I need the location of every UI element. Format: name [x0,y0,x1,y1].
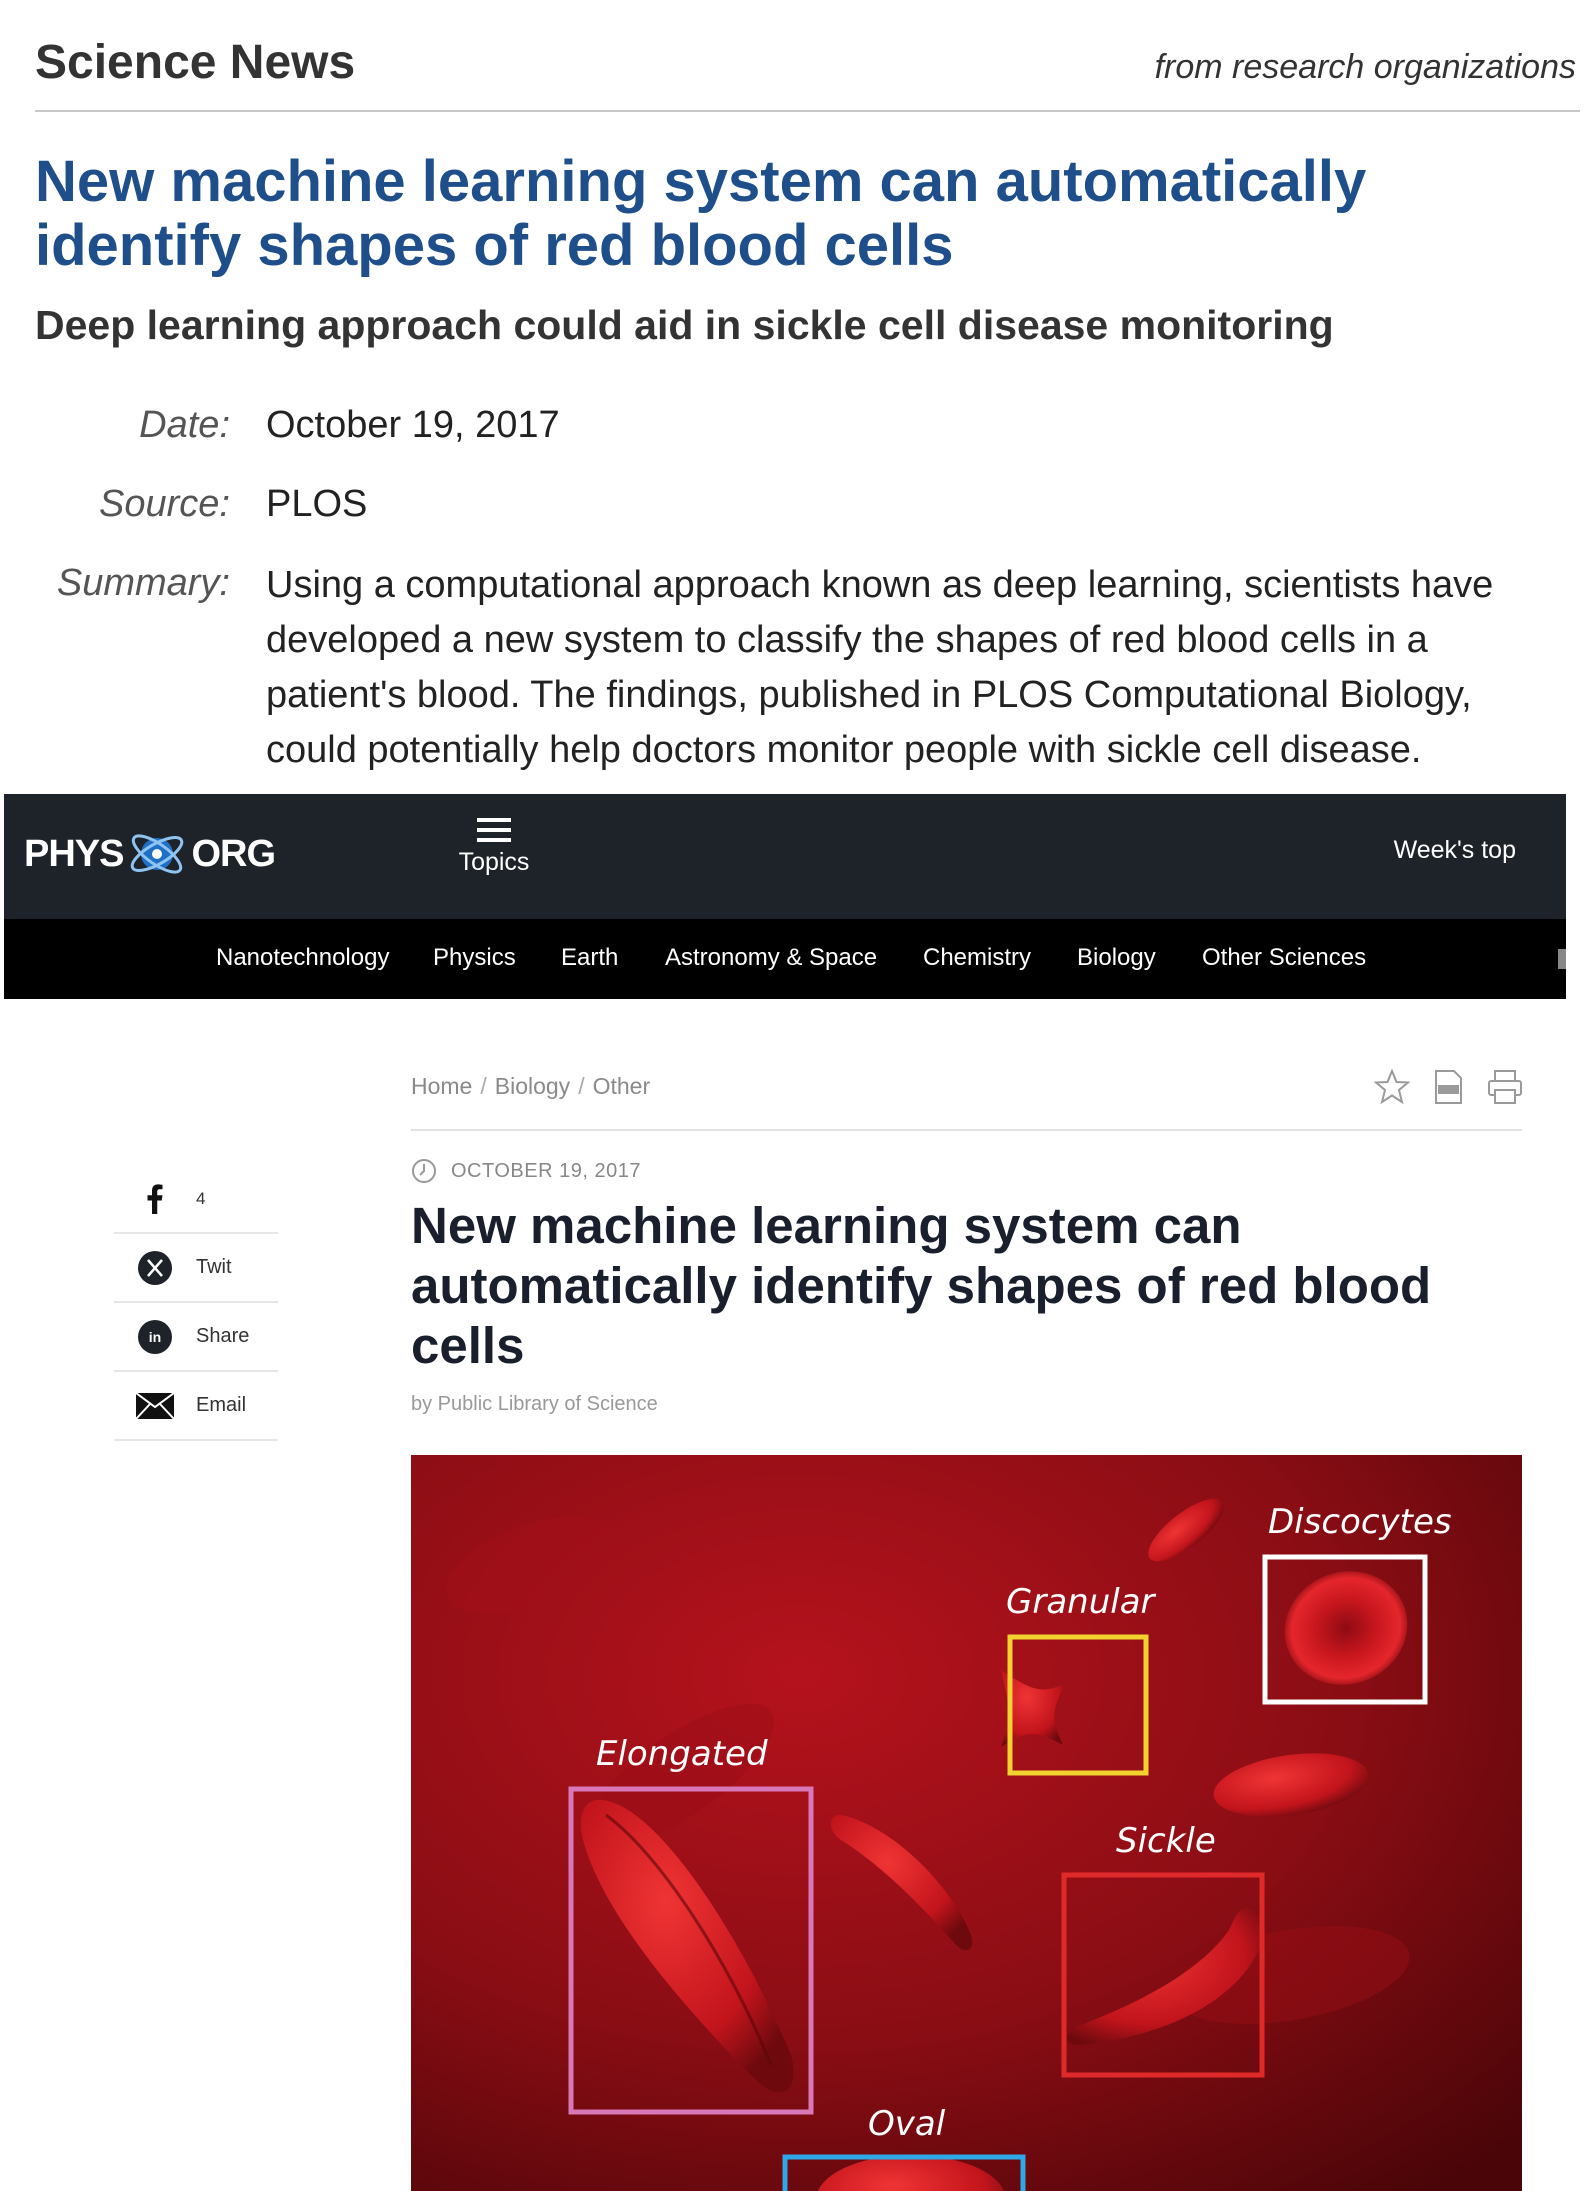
x-share[interactable]: Twit [114,1234,278,1303]
science-news-brand[interactable]: Science News [35,35,355,90]
article-date: OCTOBER 19, 2017 [411,1158,641,1184]
nav-item-physics[interactable]: Physics [433,944,516,972]
date-label: Date: [139,404,230,446]
article-date-text: OCTOBER 19, 2017 [451,1159,641,1182]
weeks-top-link[interactable]: Week's top [1394,836,1516,865]
source-value[interactable]: PLOS [266,483,367,526]
nav-item-chemistry[interactable]: Chemistry [923,944,1031,972]
article-title: New machine learning system can automati… [411,1197,1432,1374]
linkedin-share[interactable]: in Share [114,1303,278,1372]
facebook-share[interactable]: 4 [114,1165,278,1234]
nav-scroll-edge[interactable] [1558,949,1566,969]
clock-icon [412,1159,436,1183]
facebook-icon [134,1178,176,1220]
logo-text-right: ORG [191,832,276,875]
phys-header: PHYS ORG Topics Week's top [4,794,1566,919]
x-logo-icon [134,1247,176,1289]
summary-label: Summary: [56,562,230,604]
oval-label: Oval [868,2104,946,2144]
nav-item-nanotechnology[interactable]: Nanotechnology [216,944,389,972]
twit-label: Twit [196,1256,232,1278]
breadcrumb: Home / Biology / Other [411,1073,650,1100]
science-news-header: Science News from research organizations [35,22,1580,112]
breadcrumb-biology[interactable]: Biology [495,1073,570,1099]
share-label: Share [196,1325,250,1347]
share-sidebar: 4 Twit in Share Email [114,1165,278,1441]
envelope-icon [134,1385,176,1427]
article-tools [1373,1068,1522,1106]
nav-item-astronomy-space[interactable]: Astronomy & Space [665,944,877,972]
nav-item-biology[interactable]: Biology [1077,944,1156,972]
svg-text:in: in [149,1329,161,1345]
category-nav: Nanotechnology Physics Earth Astronomy &… [4,919,1566,999]
science-news-title: New machine learning system can automati… [35,149,1367,278]
breadcrumb-other[interactable]: Other [593,1073,651,1099]
summary-text: Using a computational approach known as … [266,564,1494,771]
email-label: Email [196,1394,247,1416]
phys-logo[interactable]: PHYS ORG [24,824,276,884]
source-label: Source: [99,483,230,525]
nav-item-earth[interactable]: Earth [561,944,618,972]
breadcrumb-separator: / [480,1073,487,1099]
article-byline[interactable]: by Public Library of Science [411,1393,658,1416]
elongated-label: Elongated [596,1734,768,1774]
linkedin-icon: in [134,1316,176,1358]
email-share[interactable]: Email [114,1372,278,1441]
topics-label: Topics [458,848,530,876]
breadcrumb-home[interactable]: Home [411,1073,472,1099]
topics-button[interactable]: Topics [444,812,544,902]
print-icon[interactable] [1486,1068,1522,1106]
date-value: October 19, 2017 [266,404,560,446]
sickle-label: Sickle [1116,1821,1216,1861]
discocytes-label: Discocytes [1268,1502,1452,1542]
facebook-share-count: 4 [196,1188,206,1208]
breadcrumb-divider [411,1129,1522,1131]
breadcrumb-separator: / [578,1073,585,1099]
nav-item-other-sciences[interactable]: Other Sciences [1202,944,1366,972]
science-news-subtitle: Deep learning approach could aid in sick… [35,302,1334,348]
star-bookmark-icon[interactable] [1373,1068,1411,1106]
pdf-icon[interactable] [1430,1068,1466,1106]
science-news-tagline: from research organizations [1154,48,1576,86]
logo-text-left: PHYS [24,832,124,875]
red-blood-cell-figure: Discocytes Granular Elongated Sickle Ova… [411,1455,1522,2191]
red-blood-cell-illustration: Discocytes Granular Elongated Sickle Ova… [411,1455,1522,2191]
atom-globe-icon [131,834,184,874]
granular-label: Granular [1006,1582,1157,1622]
hamburger-menu-icon [477,818,511,842]
